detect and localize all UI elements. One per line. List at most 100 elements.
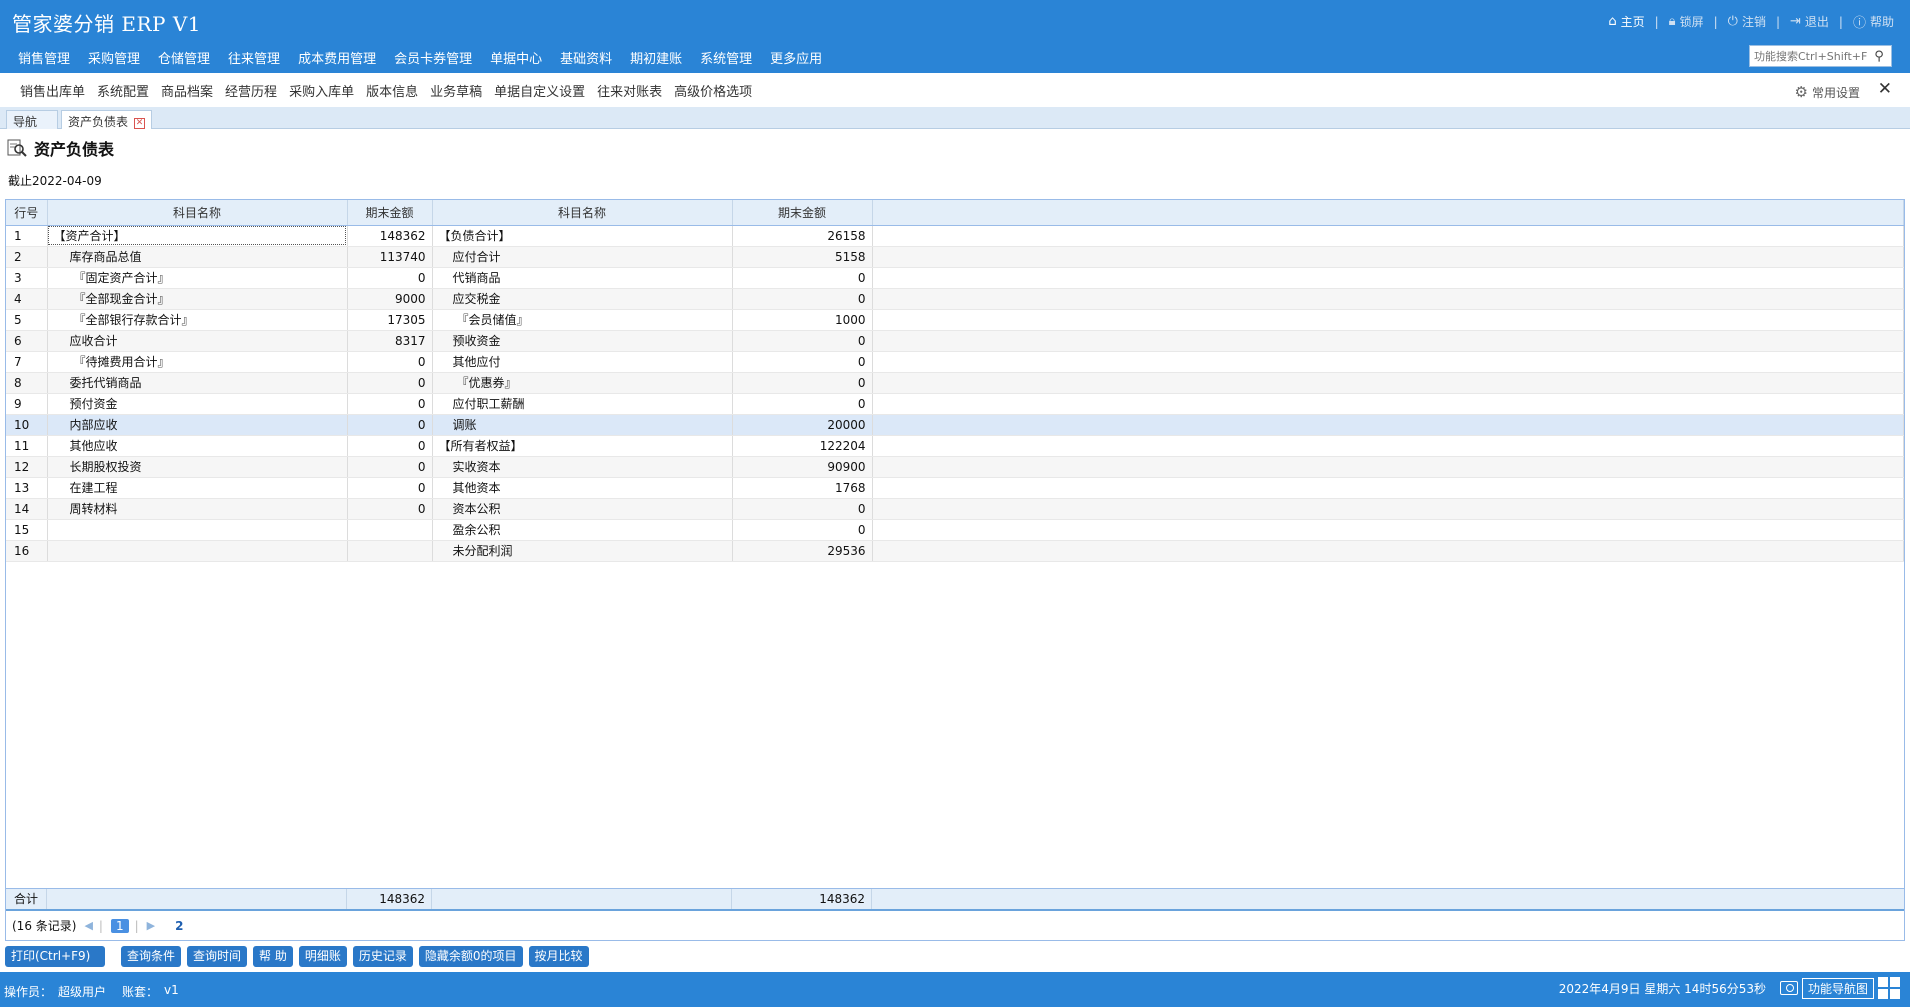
cell-asset-name[interactable]: 长期股权投资	[47, 456, 348, 478]
cell-asset-name[interactable]: 【资产合计】	[47, 225, 348, 247]
table-row[interactable]: 2 库存商品总值 113740 应付合计 5158	[6, 246, 1904, 268]
cell-row-no[interactable]: 11	[6, 435, 48, 457]
cell-asset-name[interactable]: 『固定资产合计』	[47, 267, 348, 289]
cell-liab-amount[interactable]: 0	[732, 393, 873, 415]
cell-row-no[interactable]: 2	[6, 246, 48, 268]
cell-row-no[interactable]: 3	[6, 267, 48, 289]
cell-asset-name[interactable]: 『全部现金合计』	[47, 288, 348, 310]
col-header-liab-amount[interactable]: 期末金额	[732, 200, 873, 226]
cell-liab-name[interactable]: 『会员储值』	[432, 309, 733, 331]
cell-row-no[interactable]: 4	[6, 288, 48, 310]
cell-asset-amount[interactable]	[347, 540, 433, 562]
tab-close-icon[interactable]: ✕	[134, 118, 146, 129]
cell-asset-amount[interactable]: 9000	[347, 288, 433, 310]
cell-asset-amount[interactable]: 0	[347, 477, 433, 499]
tab-balance-sheet[interactable]: 资产负债表 ✕	[61, 110, 153, 129]
cell-asset-amount[interactable]: 113740	[347, 246, 433, 268]
nav-sales[interactable]: 销售管理	[18, 48, 70, 67]
cell-asset-amount[interactable]: 0	[347, 393, 433, 415]
cell-liab-name[interactable]: 未分配利润	[432, 540, 733, 562]
nav-accounts[interactable]: 往来管理	[228, 48, 280, 67]
help-button[interactable]: 帮 助	[253, 946, 293, 967]
detail-ledger-button[interactable]: 明细账	[298, 946, 347, 967]
next-page-icon[interactable]: ▶	[147, 919, 155, 932]
cell-liab-amount[interactable]: 0	[732, 288, 873, 310]
cell-liab-amount[interactable]: 29536	[732, 540, 873, 562]
cell-asset-name[interactable]	[47, 519, 348, 541]
cell-liab-amount[interactable]: 26158	[732, 225, 873, 247]
cell-liab-name[interactable]: 调账	[432, 414, 733, 436]
cell-liab-name[interactable]: 应付职工薪酬	[432, 393, 733, 415]
table-row[interactable]: 8 委托代销商品 0 『优惠券』 0	[6, 372, 1904, 394]
nav-purchase[interactable]: 采购管理	[88, 48, 140, 67]
cell-liab-name[interactable]: 其他资本	[432, 477, 733, 499]
table-row[interactable]: 1 【资产合计】 148362 【负债合计】 26158	[6, 225, 1904, 247]
tab-navigation[interactable]: 导航	[6, 110, 58, 129]
cell-asset-amount[interactable]: 0	[347, 267, 433, 289]
cell-liab-name[interactable]: 『优惠券』	[432, 372, 733, 394]
cell-asset-name[interactable]: 预付资金	[47, 393, 348, 415]
cell-liab-name[interactable]: 【负债合计】	[432, 225, 733, 247]
cell-asset-name[interactable]: 在建工程	[47, 477, 348, 499]
quick-link-product-file[interactable]: 商品档案	[161, 81, 213, 100]
cell-row-no[interactable]: 15	[6, 519, 48, 541]
logout-button[interactable]: ⏻ 注销	[1728, 13, 1766, 30]
col-header-row-no[interactable]: 行号	[6, 200, 48, 226]
quick-link-doc-custom[interactable]: 单据自定义设置	[494, 81, 585, 100]
cell-asset-name[interactable]: 库存商品总值	[47, 246, 348, 268]
nav-more[interactable]: 更多应用	[770, 48, 822, 67]
nav-system[interactable]: 系统管理	[700, 48, 752, 67]
cell-liab-amount[interactable]: 1768	[732, 477, 873, 499]
cell-liab-amount[interactable]: 20000	[732, 414, 873, 436]
quick-link-history[interactable]: 经营历程	[225, 81, 277, 100]
prev-page-icon[interactable]: ◀	[84, 919, 92, 932]
nav-map-button[interactable]: 功能导航图	[1801, 977, 1874, 999]
table-row[interactable]: 7 『待摊费用合计』 0 其他应付 0	[6, 351, 1904, 373]
cell-row-no[interactable]: 7	[6, 351, 48, 373]
monthly-compare-button[interactable]: 按月比较	[528, 946, 589, 967]
cell-row-no[interactable]: 13	[6, 477, 48, 499]
cell-liab-amount[interactable]: 0	[732, 351, 873, 373]
cell-liab-amount[interactable]: 0	[732, 372, 873, 394]
nav-basic-data[interactable]: 基础资料	[560, 48, 612, 67]
cell-row-no[interactable]: 16	[6, 540, 48, 562]
current-page-button[interactable]: 1	[110, 918, 129, 933]
quick-link-system-config[interactable]: 系统配置	[97, 81, 149, 100]
nav-documents[interactable]: 单据中心	[490, 48, 542, 67]
table-row[interactable]: 14 周转材料 0 资本公积 0	[6, 498, 1904, 520]
cell-liab-amount[interactable]: 0	[732, 519, 873, 541]
common-settings-button[interactable]: ⚙ 常用设置	[1795, 83, 1860, 101]
cell-liab-amount[interactable]: 90900	[732, 456, 873, 478]
page-number-link[interactable]: 2	[175, 919, 183, 933]
cell-row-no[interactable]: 12	[6, 456, 48, 478]
cell-row-no[interactable]: 9	[6, 393, 48, 415]
cell-liab-name[interactable]: 资本公积	[432, 498, 733, 520]
cell-liab-name[interactable]: 代销商品	[432, 267, 733, 289]
home-button[interactable]: ⌂ 主页	[1608, 13, 1644, 30]
col-header-liab-name[interactable]: 科目名称	[432, 200, 733, 226]
cell-asset-amount[interactable]: 0	[347, 435, 433, 457]
cell-row-no[interactable]: 6	[6, 330, 48, 352]
exit-button[interactable]: ⇥ 退出	[1790, 13, 1829, 30]
search-icon[interactable]: ⚲	[1868, 49, 1890, 64]
cell-asset-amount[interactable]: 17305	[347, 309, 433, 331]
history-button[interactable]: 历史记录	[352, 946, 413, 967]
table-row[interactable]: 11 其他应收 0 【所有者权益】 122204	[6, 435, 1904, 457]
cell-liab-name[interactable]: 盈余公积	[432, 519, 733, 541]
quick-link-purchase-in[interactable]: 采购入库单	[289, 81, 354, 100]
cell-liab-name[interactable]: 预收资金	[432, 330, 733, 352]
quick-link-sales-out[interactable]: 销售出库单	[20, 81, 85, 100]
close-icon[interactable]: ✕	[1878, 79, 1892, 99]
cell-asset-name[interactable]: 其他应收	[47, 435, 348, 457]
cell-liab-amount[interactable]: 1000	[732, 309, 873, 331]
table-row[interactable]: 5 『全部银行存款合计』 17305 『会员储值』 1000	[6, 309, 1904, 331]
apps-grid-icon[interactable]	[1878, 977, 1900, 999]
col-header-asset-amount[interactable]: 期末金额	[347, 200, 433, 226]
cell-asset-amount[interactable]: 0	[347, 456, 433, 478]
table-row[interactable]: 12 长期股权投资 0 实收资本 90900	[6, 456, 1904, 478]
table-row[interactable]: 9 预付资金 0 应付职工薪酬 0	[6, 393, 1904, 415]
cell-row-no[interactable]: 1	[6, 225, 48, 247]
cell-asset-name[interactable]: 『全部银行存款合计』	[47, 309, 348, 331]
search-input[interactable]	[1750, 46, 1868, 66]
cell-liab-name[interactable]: 【所有者权益】	[432, 435, 733, 457]
